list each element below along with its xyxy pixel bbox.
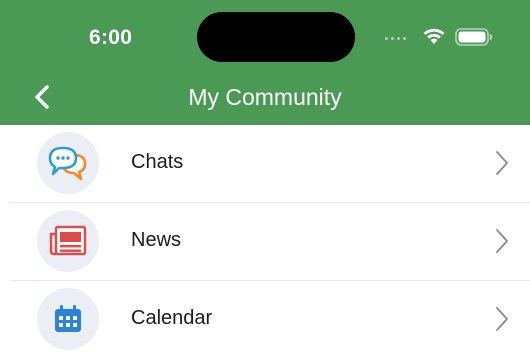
- menu-list: Chats News Calendar: [0, 125, 530, 358]
- menu-item-label: Chats: [131, 151, 184, 173]
- menu-item-label: News: [131, 229, 182, 251]
- app-header: 6:00 My Community: [0, 0, 530, 125]
- menu-item-label: Calendar: [131, 307, 213, 329]
- menu-item-calendar[interactable]: Calendar: [10, 280, 530, 358]
- dynamic-island: [197, 12, 355, 62]
- status-time: 6:00: [89, 26, 133, 49]
- cellular-signal-icon: [385, 37, 406, 40]
- menu-item-chats[interactable]: Chats: [0, 125, 530, 202]
- chats-icon-container: [37, 132, 99, 194]
- chevron-right-icon: [496, 307, 508, 331]
- news-icon-container: [37, 210, 99, 272]
- chevron-right-icon: [496, 151, 508, 175]
- calendar-icon: [55, 305, 81, 332]
- menu-item-news[interactable]: News: [10, 202, 530, 280]
- wifi-icon: [423, 28, 445, 44]
- page-title: My Community: [188, 84, 342, 110]
- calendar-icon-container: [37, 288, 99, 350]
- chevron-right-icon: [496, 229, 508, 253]
- newspaper-icon: [49, 225, 87, 256]
- chat-bubbles-icon: [48, 146, 87, 181]
- battery-icon: [455, 28, 493, 46]
